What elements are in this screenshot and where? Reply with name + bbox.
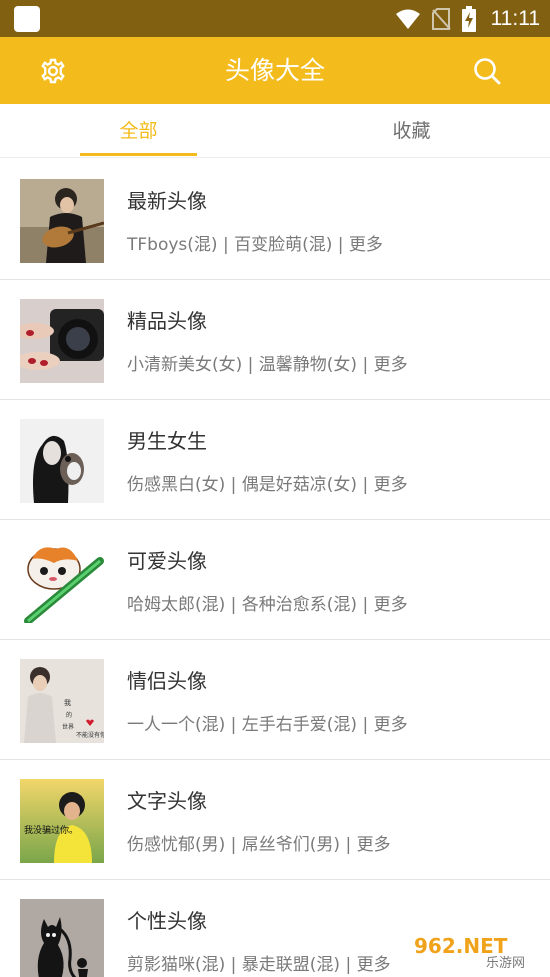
- list-item[interactable]: 精品头像 小清新美女(女) | 温馨静物(女) | 更多: [0, 280, 550, 400]
- svg-text:不能没有你: 不能没有你: [76, 731, 104, 739]
- item-subtitle: TFboys(混) | 百变脸萌(混) | 更多: [127, 235, 383, 255]
- item-title: 文字头像: [127, 789, 207, 813]
- wifi-icon: [395, 9, 420, 29]
- item-subtitle: 剪影猫咪(混) | 暴走联盟(混) | 更多: [127, 955, 391, 975]
- item-title: 情侣头像: [127, 669, 207, 693]
- tab-favorites[interactable]: 收藏: [353, 104, 470, 158]
- item-subtitle: 小清新美女(女) | 温馨静物(女) | 更多: [127, 355, 408, 375]
- item-subtitle: 伤感黑白(女) | 偶是好菇凉(女) | 更多: [127, 475, 408, 495]
- item-title: 个性头像: [127, 909, 207, 933]
- item-title: 最新头像: [127, 189, 207, 213]
- thumbnail-image: 我 的 世界 不能没有你: [20, 659, 104, 743]
- tab-bar: 全部 收藏: [0, 104, 550, 158]
- tab-active-indicator: [80, 153, 197, 156]
- thumbnail-image: [20, 299, 104, 383]
- item-subtitle: 哈姆太郎(混) | 各种治愈系(混) | 更多: [127, 595, 408, 615]
- svg-text:的: 的: [66, 711, 72, 719]
- item-subtitle: 伤感忧郁(男) | 屌丝爷们(男) | 更多: [127, 835, 391, 855]
- list-item[interactable]: 我没骗过你。 文字头像 伤感忧郁(男) | 屌丝爷们(男) | 更多: [0, 760, 550, 880]
- item-title: 可爱头像: [127, 549, 207, 573]
- thumbnail-image: [20, 539, 104, 623]
- list-item[interactable]: 可爱头像 哈姆太郎(混) | 各种治愈系(混) | 更多: [0, 520, 550, 640]
- list-item[interactable]: 男生女生 伤感黑白(女) | 偶是好菇凉(女) | 更多: [0, 400, 550, 520]
- tab-all[interactable]: 全部: [80, 104, 197, 158]
- item-subtitle: 一人一个(混) | 左手右手爱(混) | 更多: [127, 715, 408, 735]
- status-bar: 11:11: [0, 0, 550, 37]
- status-icons: 11:11: [395, 0, 540, 37]
- list-item[interactable]: 最新头像 TFboys(混) | 百变脸萌(混) | 更多: [0, 160, 550, 280]
- thumbnail-image: 我没骗过你。: [20, 779, 104, 863]
- app-notification-icon: [14, 6, 40, 32]
- thumbnail-image: [20, 899, 104, 977]
- svg-text:我: 我: [64, 698, 71, 707]
- watermark-logo: 962.NET 乐游网: [408, 931, 544, 971]
- search-icon: [474, 58, 501, 85]
- item-title: 男生女生: [127, 429, 207, 453]
- battery-charging-icon: [461, 5, 476, 32]
- category-list: 最新头像 TFboys(混) | 百变脸萌(混) | 更多 精品头像 小清新美女…: [0, 160, 550, 977]
- tab-all-label: 全部: [119, 120, 158, 142]
- tab-favorites-label: 收藏: [392, 120, 431, 142]
- status-time: 11:11: [490, 6, 540, 30]
- watermark-brand: 962.NET: [414, 934, 508, 958]
- app-bar: 头像大全: [0, 37, 550, 104]
- svg-text:我没骗过你。: 我没骗过你。: [24, 824, 78, 836]
- watermark-sub: 乐游网: [486, 956, 525, 971]
- svg-text:世界: 世界: [62, 723, 74, 731]
- thumbnail-image: [20, 179, 104, 263]
- search-button[interactable]: [464, 50, 510, 92]
- list-item[interactable]: 我 的 世界 不能没有你 情侣头像 一人一个(混) | 左手右手爱(混) | 更…: [0, 640, 550, 760]
- item-title: 精品头像: [127, 309, 207, 333]
- thumbnail-image: [20, 419, 104, 503]
- no-sim-icon: [431, 7, 451, 30]
